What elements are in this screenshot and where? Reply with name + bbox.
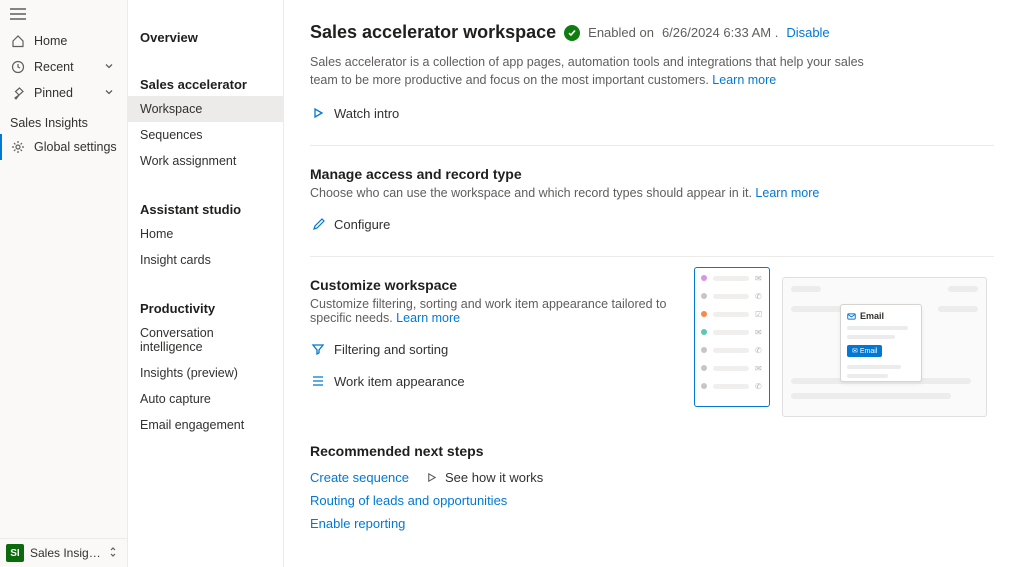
learn-more-link[interactable]: Learn more bbox=[712, 73, 776, 87]
page-title: Sales accelerator workspace bbox=[310, 22, 556, 43]
nav2-item-insight-cards[interactable]: Insight cards bbox=[128, 247, 283, 273]
nav2-item-conversation-intelligence[interactable]: Conversation intelligence bbox=[128, 320, 283, 360]
learn-more-link[interactable]: Learn more bbox=[396, 311, 460, 325]
rail-item-label: Global settings bbox=[34, 140, 117, 154]
section-customize-desc: Customize filtering, sorting and work it… bbox=[310, 297, 674, 325]
learn-more-link[interactable]: Learn more bbox=[755, 186, 819, 200]
rail-item-global-settings[interactable]: Global settings bbox=[0, 134, 127, 160]
filtering-sorting-button[interactable]: Filtering and sorting bbox=[310, 341, 674, 357]
status-enabled-prefix: Enabled on bbox=[588, 25, 654, 40]
rail-item-recent[interactable]: Recent bbox=[0, 54, 127, 80]
play-icon bbox=[423, 469, 439, 485]
home-icon bbox=[10, 33, 26, 49]
play-icon bbox=[310, 105, 326, 121]
illustration-email-card: Email ✉ Email bbox=[840, 304, 922, 382]
customize-illustration: Email ✉ Email ✉ ✆ ☑ ✉ ✆ ✉ ✆ bbox=[694, 267, 994, 417]
routing-link[interactable]: Routing of leads and opportunities bbox=[310, 493, 994, 508]
rail-group-title: Sales Insights bbox=[0, 106, 127, 134]
nav2-section-sales-accelerator: Sales accelerator bbox=[128, 67, 283, 96]
section-next-title: Recommended next steps bbox=[310, 443, 994, 459]
chevron-down-icon bbox=[103, 86, 117, 100]
nav2-overview[interactable]: Overview bbox=[128, 12, 283, 49]
rail-top: Home Recent Pinned Sales Insights bbox=[0, 0, 127, 538]
area-label: Sales Insights sett… bbox=[30, 546, 101, 560]
status-check-icon bbox=[564, 25, 580, 41]
status-date: 6/26/2024 6:33 AM . bbox=[662, 25, 778, 40]
nav2-item-workspace[interactable]: Workspace bbox=[128, 96, 283, 122]
work-item-appearance-label: Work item appearance bbox=[334, 374, 465, 389]
see-how-label: See how it works bbox=[445, 470, 543, 485]
mail-icon bbox=[847, 312, 856, 321]
section-next-steps: Recommended next steps Create sequence S… bbox=[310, 443, 994, 531]
list-icon bbox=[310, 373, 326, 389]
configure-label: Configure bbox=[334, 217, 390, 232]
secondary-nav: Overview Sales accelerator Workspace Seq… bbox=[128, 0, 284, 567]
work-item-appearance-button[interactable]: Work item appearance bbox=[310, 373, 674, 389]
create-sequence-link[interactable]: Create sequence bbox=[310, 470, 409, 485]
gear-icon bbox=[10, 139, 26, 155]
rail-item-label: Home bbox=[34, 34, 67, 48]
rail-item-pinned[interactable]: Pinned bbox=[0, 80, 127, 106]
nav2-item-auto-capture[interactable]: Auto capture bbox=[128, 386, 283, 412]
section-customize-title: Customize workspace bbox=[310, 277, 674, 293]
page-description-text: Sales accelerator is a collection of app… bbox=[310, 55, 864, 87]
section-access-desc: Choose who can use the workspace and whi… bbox=[310, 186, 994, 200]
separator bbox=[310, 256, 994, 257]
nav2-item-insights-preview[interactable]: Insights (preview) bbox=[128, 360, 283, 386]
illustration-email-label: Email bbox=[860, 311, 884, 321]
chevron-down-icon bbox=[103, 60, 117, 74]
filter-icon bbox=[310, 341, 326, 357]
rail-item-label: Pinned bbox=[34, 86, 73, 100]
pin-icon bbox=[10, 85, 26, 101]
section-access-title: Manage access and record type bbox=[310, 166, 994, 182]
nav2-section-assistant-studio: Assistant studio bbox=[128, 192, 283, 221]
illustration-front-list: ✉ ✆ ☑ ✉ ✆ ✉ ✆ bbox=[694, 267, 770, 407]
page-header: Sales accelerator workspace Enabled on 6… bbox=[310, 22, 994, 43]
enable-reporting-link[interactable]: Enable reporting bbox=[310, 516, 994, 531]
pencil-icon bbox=[310, 216, 326, 232]
section-access-desc-text: Choose who can use the workspace and whi… bbox=[310, 186, 752, 200]
rail-footer-area-switcher[interactable]: SI Sales Insights sett… bbox=[0, 538, 127, 567]
main-content: Sales accelerator workspace Enabled on 6… bbox=[284, 0, 1024, 567]
rail-item-label: Recent bbox=[34, 60, 74, 74]
hamburger-button[interactable] bbox=[0, 0, 127, 28]
separator bbox=[310, 145, 994, 146]
area-badge: SI bbox=[6, 544, 24, 562]
rail-item-home[interactable]: Home bbox=[0, 28, 127, 54]
see-how-button[interactable]: See how it works bbox=[423, 469, 543, 485]
section-customize-desc-text: Customize filtering, sorting and work it… bbox=[310, 297, 666, 325]
nav2-item-home[interactable]: Home bbox=[128, 221, 283, 247]
page-description: Sales accelerator is a collection of app… bbox=[310, 53, 870, 89]
configure-button[interactable]: Configure bbox=[310, 216, 994, 232]
menu-icon bbox=[10, 8, 26, 20]
nav2-item-sequences[interactable]: Sequences bbox=[128, 122, 283, 148]
nav2-section-productivity: Productivity bbox=[128, 291, 283, 320]
filtering-sorting-label: Filtering and sorting bbox=[334, 342, 448, 357]
disable-link[interactable]: Disable bbox=[786, 25, 829, 40]
updown-icon bbox=[107, 546, 121, 560]
watch-intro-label: Watch intro bbox=[334, 106, 399, 121]
illustration-email-button: ✉ Email bbox=[847, 345, 882, 357]
nav2-item-work-assignment[interactable]: Work assignment bbox=[128, 148, 283, 174]
section-customize: Customize workspace Customize filtering,… bbox=[310, 277, 994, 417]
watch-intro-button[interactable]: Watch intro bbox=[310, 105, 994, 121]
left-rail: Home Recent Pinned Sales Insights bbox=[0, 0, 128, 567]
clock-icon bbox=[10, 59, 26, 75]
nav2-item-email-engagement[interactable]: Email engagement bbox=[128, 412, 283, 438]
